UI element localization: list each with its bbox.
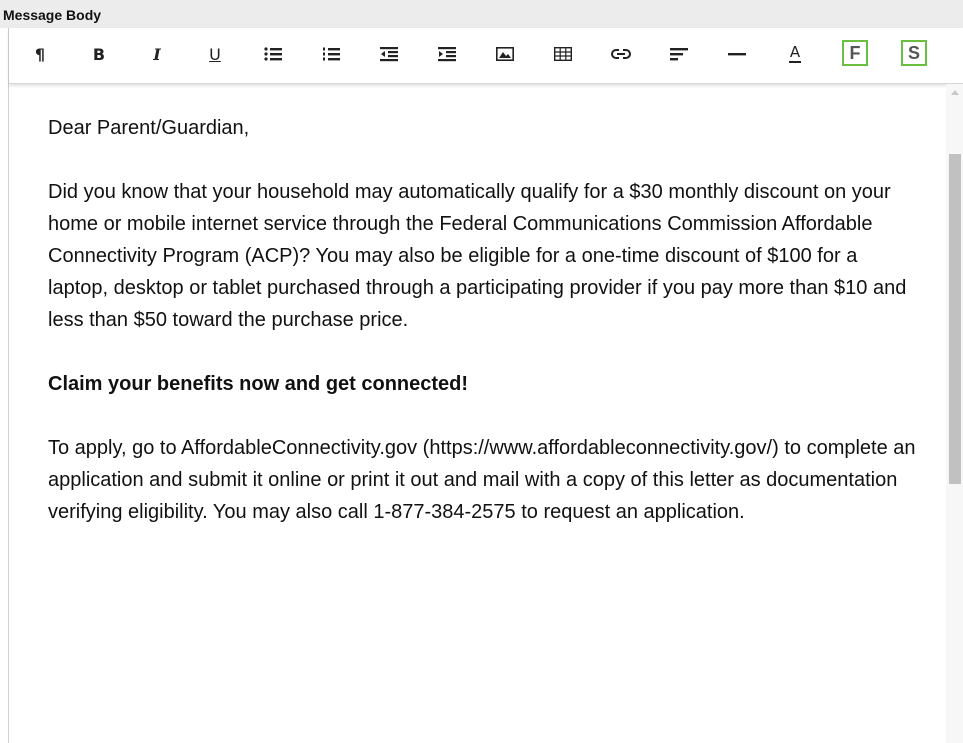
f-plugin-button[interactable]: F: [840, 38, 870, 68]
horizontal-rule-icon: [728, 53, 746, 56]
body-paragraph-1: Did you know that your household may aut…: [48, 181, 907, 331]
vertical-scrollbar[interactable]: [946, 84, 963, 743]
table-icon: [554, 47, 572, 61]
s-badge-icon: S: [901, 40, 927, 66]
claim-heading: Claim your benefits now and get connecte…: [48, 373, 469, 395]
outdent-button[interactable]: [374, 39, 404, 69]
message-body-label: Message Body: [3, 7, 102, 23]
indent-button[interactable]: [432, 39, 462, 69]
font-color-button[interactable]: A: [780, 39, 810, 69]
paragraph-format-button[interactable]: ¶: [25, 39, 55, 69]
bold-button[interactable]: B: [84, 39, 114, 69]
link-icon: [611, 49, 631, 59]
paragraph-icon: ¶: [34, 44, 46, 64]
greeting-text: Dear Parent/Guardian,: [48, 117, 250, 139]
editor-toolbar: ¶ B I U A F S: [9, 28, 963, 84]
insert-link-button[interactable]: [606, 39, 636, 69]
italic-icon: I: [153, 44, 161, 64]
font-color-swatch: [789, 61, 801, 63]
numbered-list-button[interactable]: [316, 39, 346, 69]
underline-icon: U: [209, 44, 221, 64]
message-body-header: Message Body: [0, 0, 963, 28]
outdent-icon: [380, 47, 398, 62]
body-paragraph-2: To apply, go to AffordableConnectivity.g…: [48, 437, 916, 523]
horizontal-rule-button[interactable]: [722, 39, 752, 69]
s-plugin-button[interactable]: S: [899, 38, 929, 68]
bulleted-list-button[interactable]: [258, 39, 288, 69]
italic-button[interactable]: I: [142, 39, 172, 69]
f-badge-icon: F: [842, 40, 868, 66]
bulleted-list-icon: [264, 47, 282, 61]
image-icon: [496, 47, 514, 61]
indent-icon: [438, 47, 456, 62]
scroll-thumb[interactable]: [949, 154, 961, 484]
insert-image-button[interactable]: [490, 39, 520, 69]
font-color-icon: A: [789, 43, 801, 61]
scroll-up-arrow-icon[interactable]: [951, 90, 959, 95]
rich-text-editor[interactable]: ¶ B I U A F S Dear Parent/Guardian, Did …: [8, 28, 963, 743]
underline-button[interactable]: U: [200, 39, 230, 69]
numbered-list-icon: [323, 47, 340, 61]
align-left-icon: [670, 48, 688, 61]
editor-content-area[interactable]: Dear Parent/Guardian, Did you know that …: [9, 84, 944, 743]
bold-icon: B: [92, 44, 106, 64]
align-button[interactable]: [664, 39, 694, 69]
insert-table-button[interactable]: [548, 39, 578, 69]
message-document: Dear Parent/Guardian, Did you know that …: [48, 112, 918, 560]
